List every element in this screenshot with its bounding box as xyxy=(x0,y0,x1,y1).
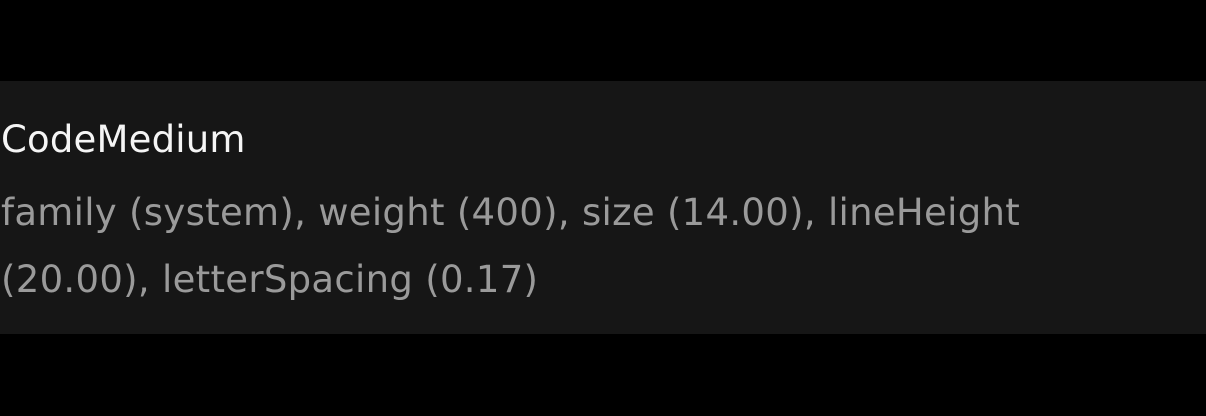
text-style-name: CodeMedium xyxy=(1,118,246,161)
text-style-description: family (system), weight (400), size (14.… xyxy=(1,191,1021,301)
